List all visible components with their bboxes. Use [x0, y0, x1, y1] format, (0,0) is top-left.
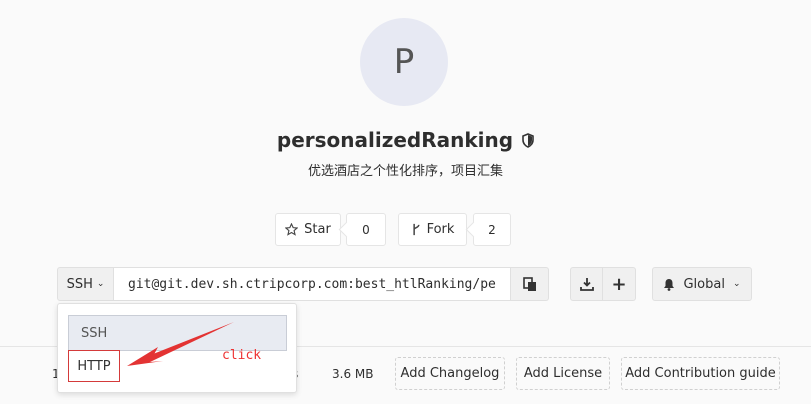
shield-icon [522, 132, 534, 148]
bell-icon [664, 278, 675, 291]
project-title: personalizedRanking [276, 128, 514, 152]
star-count[interactable]: 0 [346, 213, 386, 246]
chevron-down-icon: ⌄ [732, 279, 741, 289]
dropdown-option-http[interactable]: HTTP [68, 350, 120, 382]
avatar-letter: P [393, 42, 415, 82]
download-add-group: + [570, 267, 636, 301]
protocol-label: SSH [66, 276, 93, 292]
copy-url-button[interactable] [511, 267, 549, 301]
download-icon [579, 278, 594, 291]
add-changelog-button[interactable]: Add Changelog [395, 357, 505, 390]
project-avatar: P [360, 18, 448, 106]
star-label: Star [304, 222, 331, 237]
project-title-row: personalizedRanking [0, 128, 811, 152]
clone-url-group: SSH ⌄ [57, 267, 549, 301]
fork-button[interactable]: Fork [398, 213, 467, 246]
star-icon [285, 223, 299, 236]
notification-label: Global [683, 276, 725, 292]
protocol-dropdown-button[interactable]: SSH ⌄ [57, 267, 114, 301]
clone-url-input[interactable] [114, 267, 511, 301]
fork-label: Fork [426, 222, 455, 237]
stat-size: 3.6 MB [332, 367, 374, 381]
fork-icon [412, 223, 420, 236]
plus-icon: + [611, 273, 627, 295]
clipboard-icon [522, 276, 536, 291]
chevron-down-icon: ⌄ [96, 279, 105, 289]
add-license-button[interactable]: Add License [516, 357, 610, 390]
add-button[interactable]: + [603, 267, 636, 301]
dropdown-option-ssh-label: SSH [81, 325, 108, 341]
dropdown-option-ssh[interactable]: SSH [68, 315, 287, 351]
dropdown-option-http-label: HTTP [77, 358, 111, 374]
add-license-label: Add License [523, 366, 603, 381]
notification-dropdown-button[interactable]: Global ⌄ [652, 267, 752, 301]
add-contribution-guide-label: Add Contribution guide [625, 366, 776, 381]
download-button[interactable] [570, 267, 603, 301]
project-description: 优选酒店之个性化排序，项目汇集 [307, 164, 503, 179]
add-changelog-label: Add Changelog [400, 366, 500, 381]
star-button[interactable]: Star [275, 213, 341, 246]
annotation-text: click [222, 348, 262, 363]
star-count-value: 0 [362, 222, 370, 237]
add-contribution-guide-button[interactable]: Add Contribution guide [621, 357, 780, 390]
fork-count-value: 2 [488, 222, 496, 237]
fork-count[interactable]: 2 [473, 213, 511, 246]
